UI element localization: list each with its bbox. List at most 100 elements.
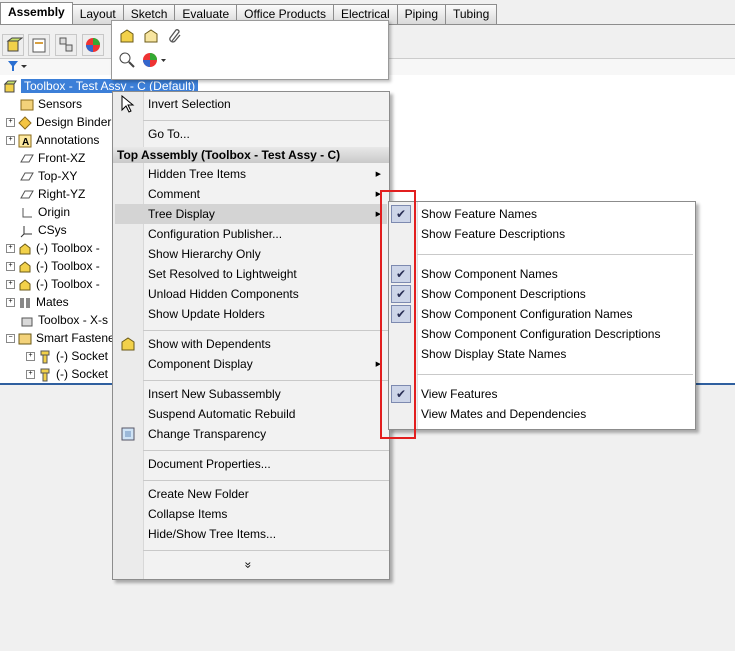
expand-icon[interactable]: + [6, 136, 15, 146]
expand-icon[interactable]: + [6, 262, 15, 272]
menu-item-collapse-items[interactable]: Collapse Items [148, 504, 227, 524]
socket-screw-icon [38, 350, 52, 364]
tree-item-top-plane[interactable]: Top-XY [20, 167, 77, 185]
menu-item-show-component-configuration-names[interactable]: Show Component Configuration Names [421, 304, 632, 324]
menu-item-document-properties[interactable]: Document Properties... [148, 454, 271, 474]
assembly-icon [3, 80, 17, 94]
plane-icon [20, 170, 34, 184]
menu-item-show-feature-names[interactable]: Show Feature Names [421, 204, 537, 224]
menu-item-show-hierarchy-only[interactable]: Show Hierarchy Only [148, 244, 261, 264]
menu-item-view-mates-and-dependencies[interactable]: View Mates and Dependencies [421, 404, 586, 424]
featuremanager-tree-icon[interactable] [2, 34, 24, 56]
tree-item-component[interactable]: + (-) Toolbox - [6, 239, 100, 257]
tree-item-design-binder[interactable]: + Design Binder [6, 113, 111, 131]
menu-item-show-component-descriptions[interactable]: Show Component Descriptions [421, 284, 586, 304]
context-menu: Invert Selection Go To... Top Assembly (… [112, 91, 390, 580]
tree-item-sensors[interactable]: Sensors [20, 95, 82, 113]
menu-item-comment[interactable]: Comment [148, 184, 200, 204]
tree-item-smart-fasteners[interactable]: − Smart Fastene [6, 329, 115, 347]
menu-item-configuration-publisher[interactable]: Configuration Publisher... [148, 224, 282, 244]
menu-item-create-new-folder[interactable]: Create New Folder [148, 484, 249, 504]
menu-item-show-component-names[interactable]: Show Component Names [421, 264, 558, 284]
zoom-to-selection-icon[interactable] [118, 51, 136, 72]
mates-icon [18, 296, 32, 310]
menu-item-hide-show-tree-items[interactable]: Hide/Show Tree Items... [148, 524, 276, 544]
expand-icon[interactable]: + [6, 280, 15, 290]
menu-separator [417, 254, 693, 255]
menu-item-suspend-automatic-rebuild[interactable]: Suspend Automatic Rebuild [148, 404, 295, 424]
expand-icon[interactable]: + [26, 352, 35, 362]
tree-item-front-plane[interactable]: Front-XZ [20, 149, 85, 167]
configurationmanager-icon[interactable] [55, 34, 77, 56]
tree-display-submenu: ✔ Show Feature Names Show Feature Descri… [388, 201, 696, 430]
menu-separator [417, 374, 693, 375]
context-toolbar [111, 20, 389, 80]
menu-separator [143, 330, 389, 331]
expand-icon[interactable]: + [6, 244, 15, 254]
sensor-icon [20, 98, 34, 112]
menu-separator [143, 120, 389, 121]
expand-icon[interactable]: + [26, 370, 35, 380]
annotations-icon: A [18, 134, 32, 148]
menu-item-unload-hidden-components[interactable]: Unload Hidden Components [148, 284, 299, 304]
menu-item-show-feature-descriptions[interactable]: Show Feature Descriptions [421, 224, 565, 244]
menu-item-show-component-configuration-descriptions[interactable]: Show Component Configuration Description… [421, 324, 660, 344]
menu-separator [143, 550, 389, 551]
featuremanager-toolbar [0, 30, 112, 58]
toolbox-icon [20, 314, 34, 328]
tree-item-csys[interactable]: CSys [20, 221, 67, 239]
tree-item-toolbox-folder[interactable]: Toolbox - X-s [20, 311, 108, 329]
tree-item-origin[interactable]: Origin [20, 203, 70, 221]
tree-item-annotations[interactable]: + A Annotations [6, 131, 99, 149]
menu-item-change-transparency[interactable]: Change Transparency [148, 424, 266, 444]
coordinate-system-icon [20, 224, 34, 238]
smart-fastener-icon [18, 332, 32, 346]
open-part-icon[interactable] [118, 27, 136, 48]
display-manager-icon[interactable] [82, 34, 104, 56]
invert-selection-icon [119, 94, 137, 116]
tree-item-component[interactable]: + (-) Toolbox - [6, 257, 100, 275]
change-transparency-icon [119, 425, 137, 446]
component-icon [18, 278, 32, 292]
menu-item-component-display[interactable]: Component Display [148, 354, 253, 374]
expand-icon[interactable]: + [6, 118, 15, 128]
menu-section-header: Top Assembly (Toolbox - Test Assy - C) [113, 147, 389, 163]
menu-item-tree-display[interactable]: Tree Display [148, 204, 215, 224]
menu-item-show-update-holders[interactable]: Show Update Holders [148, 304, 265, 324]
tab-assembly[interactable]: Assembly [0, 2, 73, 24]
tab-piping[interactable]: Piping [396, 4, 446, 24]
appearance-icon[interactable] [142, 51, 168, 72]
menu-separator [143, 480, 389, 481]
menu-item-show-with-dependents[interactable]: Show with Dependents [148, 334, 271, 354]
tree-item-socket[interactable]: + (-) Socket [26, 365, 108, 383]
paperclip-icon[interactable] [166, 27, 184, 48]
tree-item-mates[interactable]: + Mates [6, 293, 69, 311]
plane-icon [20, 152, 34, 166]
menu-item-view-features[interactable]: View Features [421, 384, 497, 404]
expand-icon[interactable]: + [6, 298, 15, 308]
component-icon [18, 260, 32, 274]
propertymanager-icon[interactable] [28, 34, 50, 56]
design-binder-icon [18, 116, 32, 130]
origin-icon [20, 206, 34, 220]
show-with-dependents-icon [119, 335, 137, 356]
tree-item-socket[interactable]: + (-) Socket [26, 347, 108, 365]
checkmark-column-highlight [380, 190, 416, 439]
component-icon [18, 242, 32, 256]
tree-item-component[interactable]: + (-) Toolbox - [6, 275, 100, 293]
menu-item-go-to[interactable]: Go To... [148, 124, 190, 144]
filter-icon[interactable] [6, 59, 28, 76]
menu-item-invert-selection[interactable]: Invert Selection [148, 94, 231, 114]
edit-component-icon[interactable] [142, 27, 160, 48]
collapse-icon[interactable]: − [6, 334, 15, 344]
menu-separator [143, 450, 389, 451]
submenu-arrow-icon: ▶ [375, 171, 381, 178]
plane-icon [20, 188, 34, 202]
menu-item-insert-new-subassembly[interactable]: Insert New Subassembly [148, 384, 281, 404]
tree-item-right-plane[interactable]: Right-YZ [20, 185, 85, 203]
menu-item-show-display-state-names[interactable]: Show Display State Names [421, 344, 566, 364]
tab-tubing[interactable]: Tubing [445, 4, 498, 24]
expand-menu-chevron-icon[interactable]: » [241, 562, 255, 569]
menu-item-set-resolved-lightweight[interactable]: Set Resolved to Lightweight [148, 264, 297, 284]
menu-item-hidden-tree-items[interactable]: Hidden Tree Items [148, 164, 246, 184]
